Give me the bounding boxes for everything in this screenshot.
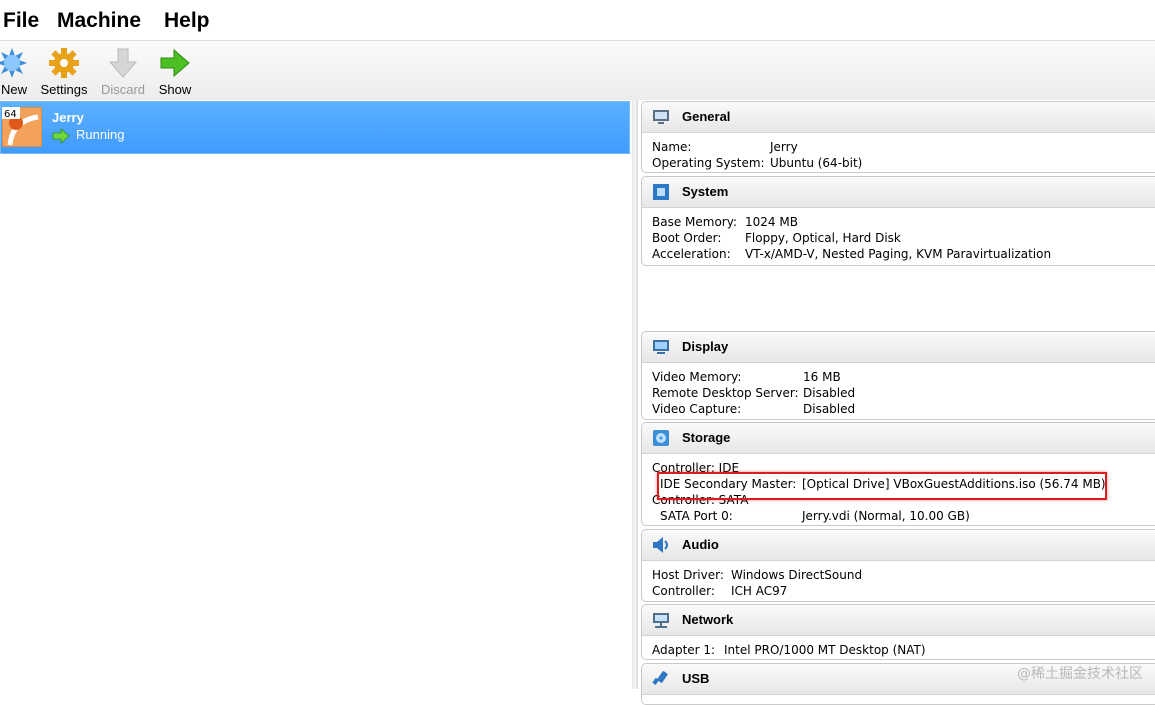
general-section: General Name: Jerry Operating System: Ub… xyxy=(641,101,1155,173)
storage-header[interactable]: Storage xyxy=(642,423,1155,454)
display-icon xyxy=(653,340,669,354)
row-key: Host Driver: xyxy=(652,568,724,582)
gear-icon xyxy=(49,48,79,78)
arrow-down-icon xyxy=(108,48,138,78)
discard-button[interactable]: Discard xyxy=(99,44,147,98)
disk-icon xyxy=(653,430,669,446)
row-value: ICH AC97 xyxy=(731,584,788,598)
arrow-right-icon xyxy=(160,48,190,78)
menu-help[interactable]: Help xyxy=(164,7,210,35)
show-button[interactable]: Show xyxy=(156,44,194,98)
ubuntu-os-icon: 64 xyxy=(2,107,42,147)
row-key: Acceleration: xyxy=(652,247,731,261)
new-button[interactable]: New xyxy=(0,44,28,98)
menu-bar: File Machine Help xyxy=(0,0,1155,40)
storage-section: Storage Controller: IDE IDE Secondary Ma… xyxy=(641,422,1155,526)
usb-icon xyxy=(652,671,668,685)
system-header[interactable]: System xyxy=(642,177,1155,208)
row-value: VT-x/AMD-V, Nested Paging, KVM Paravirtu… xyxy=(745,247,1052,261)
network-header[interactable]: Network xyxy=(642,605,1155,636)
os-badge: 64 xyxy=(4,109,17,120)
row-value: Jerry.vdi (Normal, 10.00 GB) xyxy=(802,509,970,523)
vm-state: Running xyxy=(76,127,125,142)
show-label: Show xyxy=(158,82,192,97)
row-key: Video Memory: xyxy=(652,370,742,384)
row-key: Controller: IDE xyxy=(652,461,740,475)
row-value: 1024 MB xyxy=(745,215,798,229)
row-key: Controller: SATA xyxy=(652,493,749,507)
display-section: Display Video Memory: 16 MB Remote Deskt… xyxy=(641,331,1155,420)
vm-list-item-jerry[interactable]: 64 Jerry Running xyxy=(0,101,630,154)
row-key: Video Capture: xyxy=(652,402,742,416)
vm-list: 64 Jerry Running xyxy=(0,100,632,689)
display-title: Display xyxy=(682,339,729,354)
row-key: IDE Secondary Master: xyxy=(660,477,797,491)
audio-header[interactable]: Audio xyxy=(642,530,1155,561)
settings-label: Settings xyxy=(40,82,88,97)
monitor-icon xyxy=(653,110,669,124)
row-value: Jerry xyxy=(770,140,798,154)
row-value: Windows DirectSound xyxy=(731,568,863,582)
row-value: 16 MB xyxy=(803,370,841,384)
row-value: Disabled xyxy=(803,386,856,400)
audio-title: Audio xyxy=(682,537,719,552)
discard-label: Discard xyxy=(100,82,146,97)
menu-file[interactable]: File xyxy=(3,7,39,35)
row-key: Base Memory: xyxy=(652,215,738,229)
network-icon xyxy=(653,613,669,628)
vm-name: Jerry xyxy=(52,110,84,125)
network-section: Network Adapter 1: Intel PRO/1000 MT Des… xyxy=(641,604,1155,660)
general-header[interactable]: General xyxy=(642,102,1155,133)
row-value: Intel PRO/1000 MT Desktop (NAT) xyxy=(724,643,926,657)
usb-title: USB xyxy=(682,671,710,686)
speaker-icon xyxy=(653,537,668,553)
row-key: SATA Port 0: xyxy=(660,509,733,523)
watermark: @稀土掘金技术社区 xyxy=(1017,666,1143,682)
general-title: General xyxy=(682,109,731,124)
row-key: Controller: xyxy=(652,584,715,598)
toolbar: New Settings Discard Show xyxy=(0,40,1155,101)
settings-button[interactable]: Settings xyxy=(38,44,90,98)
arrow-right-icon xyxy=(52,128,70,144)
row-key: Operating System: xyxy=(652,156,765,170)
system-section: System Base Memory: 1024 MB Boot Order: … xyxy=(641,176,1155,266)
row-key: Remote Desktop Server: xyxy=(652,386,799,400)
chip-icon xyxy=(653,184,669,200)
storage-title: Storage xyxy=(682,430,731,445)
row-value: Ubuntu (64-bit) xyxy=(770,156,863,170)
row-value: Floppy, Optical, Hard Disk xyxy=(745,231,901,245)
row-key: Adapter 1: xyxy=(652,643,716,657)
row-key: Boot Order: xyxy=(652,231,722,245)
network-title: Network xyxy=(682,612,734,627)
new-label: New xyxy=(0,82,27,97)
details-pane: General Name: Jerry Operating System: Ub… xyxy=(638,100,1155,705)
row-value: [Optical Drive] VBoxGuestAdditions.iso (… xyxy=(802,477,1106,491)
menu-machine[interactable]: Machine xyxy=(57,7,141,35)
display-header[interactable]: Display xyxy=(642,332,1155,363)
audio-section: Audio Host Driver: Windows DirectSound C… xyxy=(641,529,1155,602)
system-title: System xyxy=(682,184,729,199)
row-value: Disabled xyxy=(803,402,856,416)
new-starburst-icon xyxy=(0,48,27,78)
row-key: Name: xyxy=(652,140,692,154)
